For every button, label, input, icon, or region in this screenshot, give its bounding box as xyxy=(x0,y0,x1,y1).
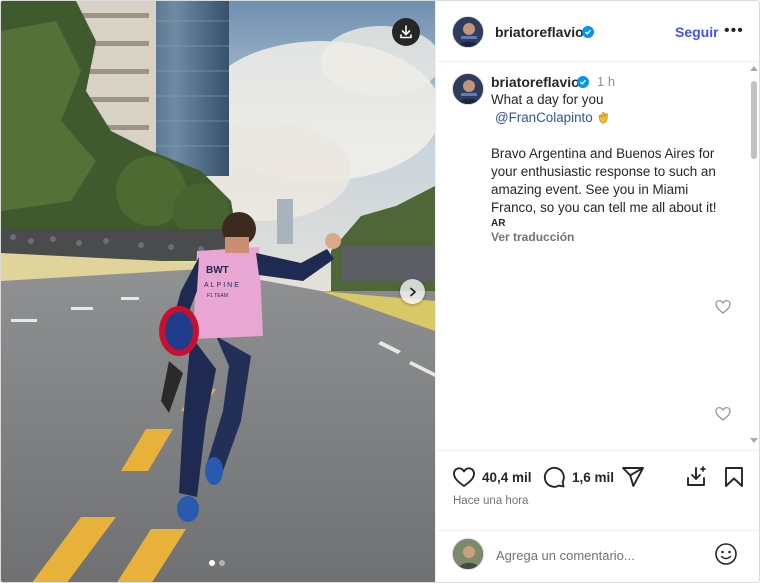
post-header: briatoreflavio Seguir ••• xyxy=(436,1,759,62)
suit-text-3: F1 TEAM xyxy=(207,293,228,299)
bookmark-button[interactable] xyxy=(722,465,746,489)
scroll-up-arrow[interactable] xyxy=(750,66,758,71)
more-options-button[interactable]: ••• xyxy=(724,22,744,40)
current-user-avatar xyxy=(452,538,484,570)
comments-scrollbar[interactable] xyxy=(749,63,759,450)
comment-icon xyxy=(543,466,565,488)
share-action[interactable] xyxy=(621,465,645,489)
verified-icon xyxy=(577,76,589,88)
post-photo[interactable]: BWT ALPINE F1 TEAM xyxy=(1,1,435,582)
post-actions: 40,4 mil 1,6 mil Hace una hora xyxy=(436,450,759,530)
scroll-thumb[interactable] xyxy=(751,81,757,159)
caption-author-name[interactable]: briatoreflavio xyxy=(491,74,580,90)
carousel-dot-active xyxy=(209,560,215,566)
suit-text-1: BWT xyxy=(206,265,229,276)
caption-line1: What a day for you xyxy=(491,92,604,107)
download-button[interactable] xyxy=(392,18,420,46)
download-icon xyxy=(400,25,412,39)
carousel-indicator xyxy=(209,560,225,566)
avatar-image xyxy=(453,17,483,47)
post-modal: BWT ALPINE F1 TEAM briatoreflavio Seguir… xyxy=(0,0,760,583)
comment-input[interactable] xyxy=(496,545,706,565)
heart-icon[interactable] xyxy=(715,406,731,422)
posted-time[interactable]: Hace una hora xyxy=(453,495,528,507)
caption-time[interactable]: 1 h xyxy=(597,74,615,89)
mention-link[interactable]: @FranColapinto xyxy=(495,110,593,125)
verified-icon xyxy=(582,26,594,38)
avatar-image xyxy=(453,74,483,104)
chevron-right-icon xyxy=(409,287,416,296)
heart-icon[interactable] xyxy=(715,299,731,315)
comments-count: 1,6 mil xyxy=(572,469,615,485)
caption-language: AR xyxy=(491,218,506,229)
avatar[interactable] xyxy=(452,16,484,48)
comments-area: briatoreflavio 1 h What a day for you @F… xyxy=(436,63,759,450)
caption-body: Bravo Argentina and Buenos Aires for you… xyxy=(491,146,717,215)
likes-count[interactable]: 40,4 mil xyxy=(482,470,532,485)
bookmark-icon xyxy=(725,467,743,487)
share-icon xyxy=(622,467,644,487)
post-author-name[interactable]: briatoreflavio xyxy=(495,24,584,40)
caption-text: What a day for you @FranColapinto Bravo … xyxy=(491,91,736,217)
add-comment-bar xyxy=(436,530,759,582)
clapping-hands-icon xyxy=(598,112,608,124)
translate-link[interactable]: Ver traducción xyxy=(491,230,574,244)
comment-action[interactable]: 1,6 mil xyxy=(542,465,614,489)
emoji-icon[interactable] xyxy=(714,542,738,566)
next-slide-button[interactable] xyxy=(400,279,425,304)
avatar-image xyxy=(453,539,483,569)
carousel-dot xyxy=(219,560,225,566)
heart-icon xyxy=(453,467,475,487)
scroll-down-arrow[interactable] xyxy=(750,438,758,443)
suit-text-2: ALPINE xyxy=(204,282,241,289)
save-icon xyxy=(687,466,706,486)
post-side-panel: briatoreflavio Seguir ••• briatoreflavio… xyxy=(435,1,759,582)
photo-scene: BWT ALPINE F1 TEAM xyxy=(1,1,435,582)
like-action[interactable]: 40,4 mil xyxy=(452,465,532,489)
follow-button[interactable]: Seguir xyxy=(675,24,719,40)
caption-avatar[interactable] xyxy=(452,73,484,105)
save-to-collection-button[interactable] xyxy=(684,465,708,489)
